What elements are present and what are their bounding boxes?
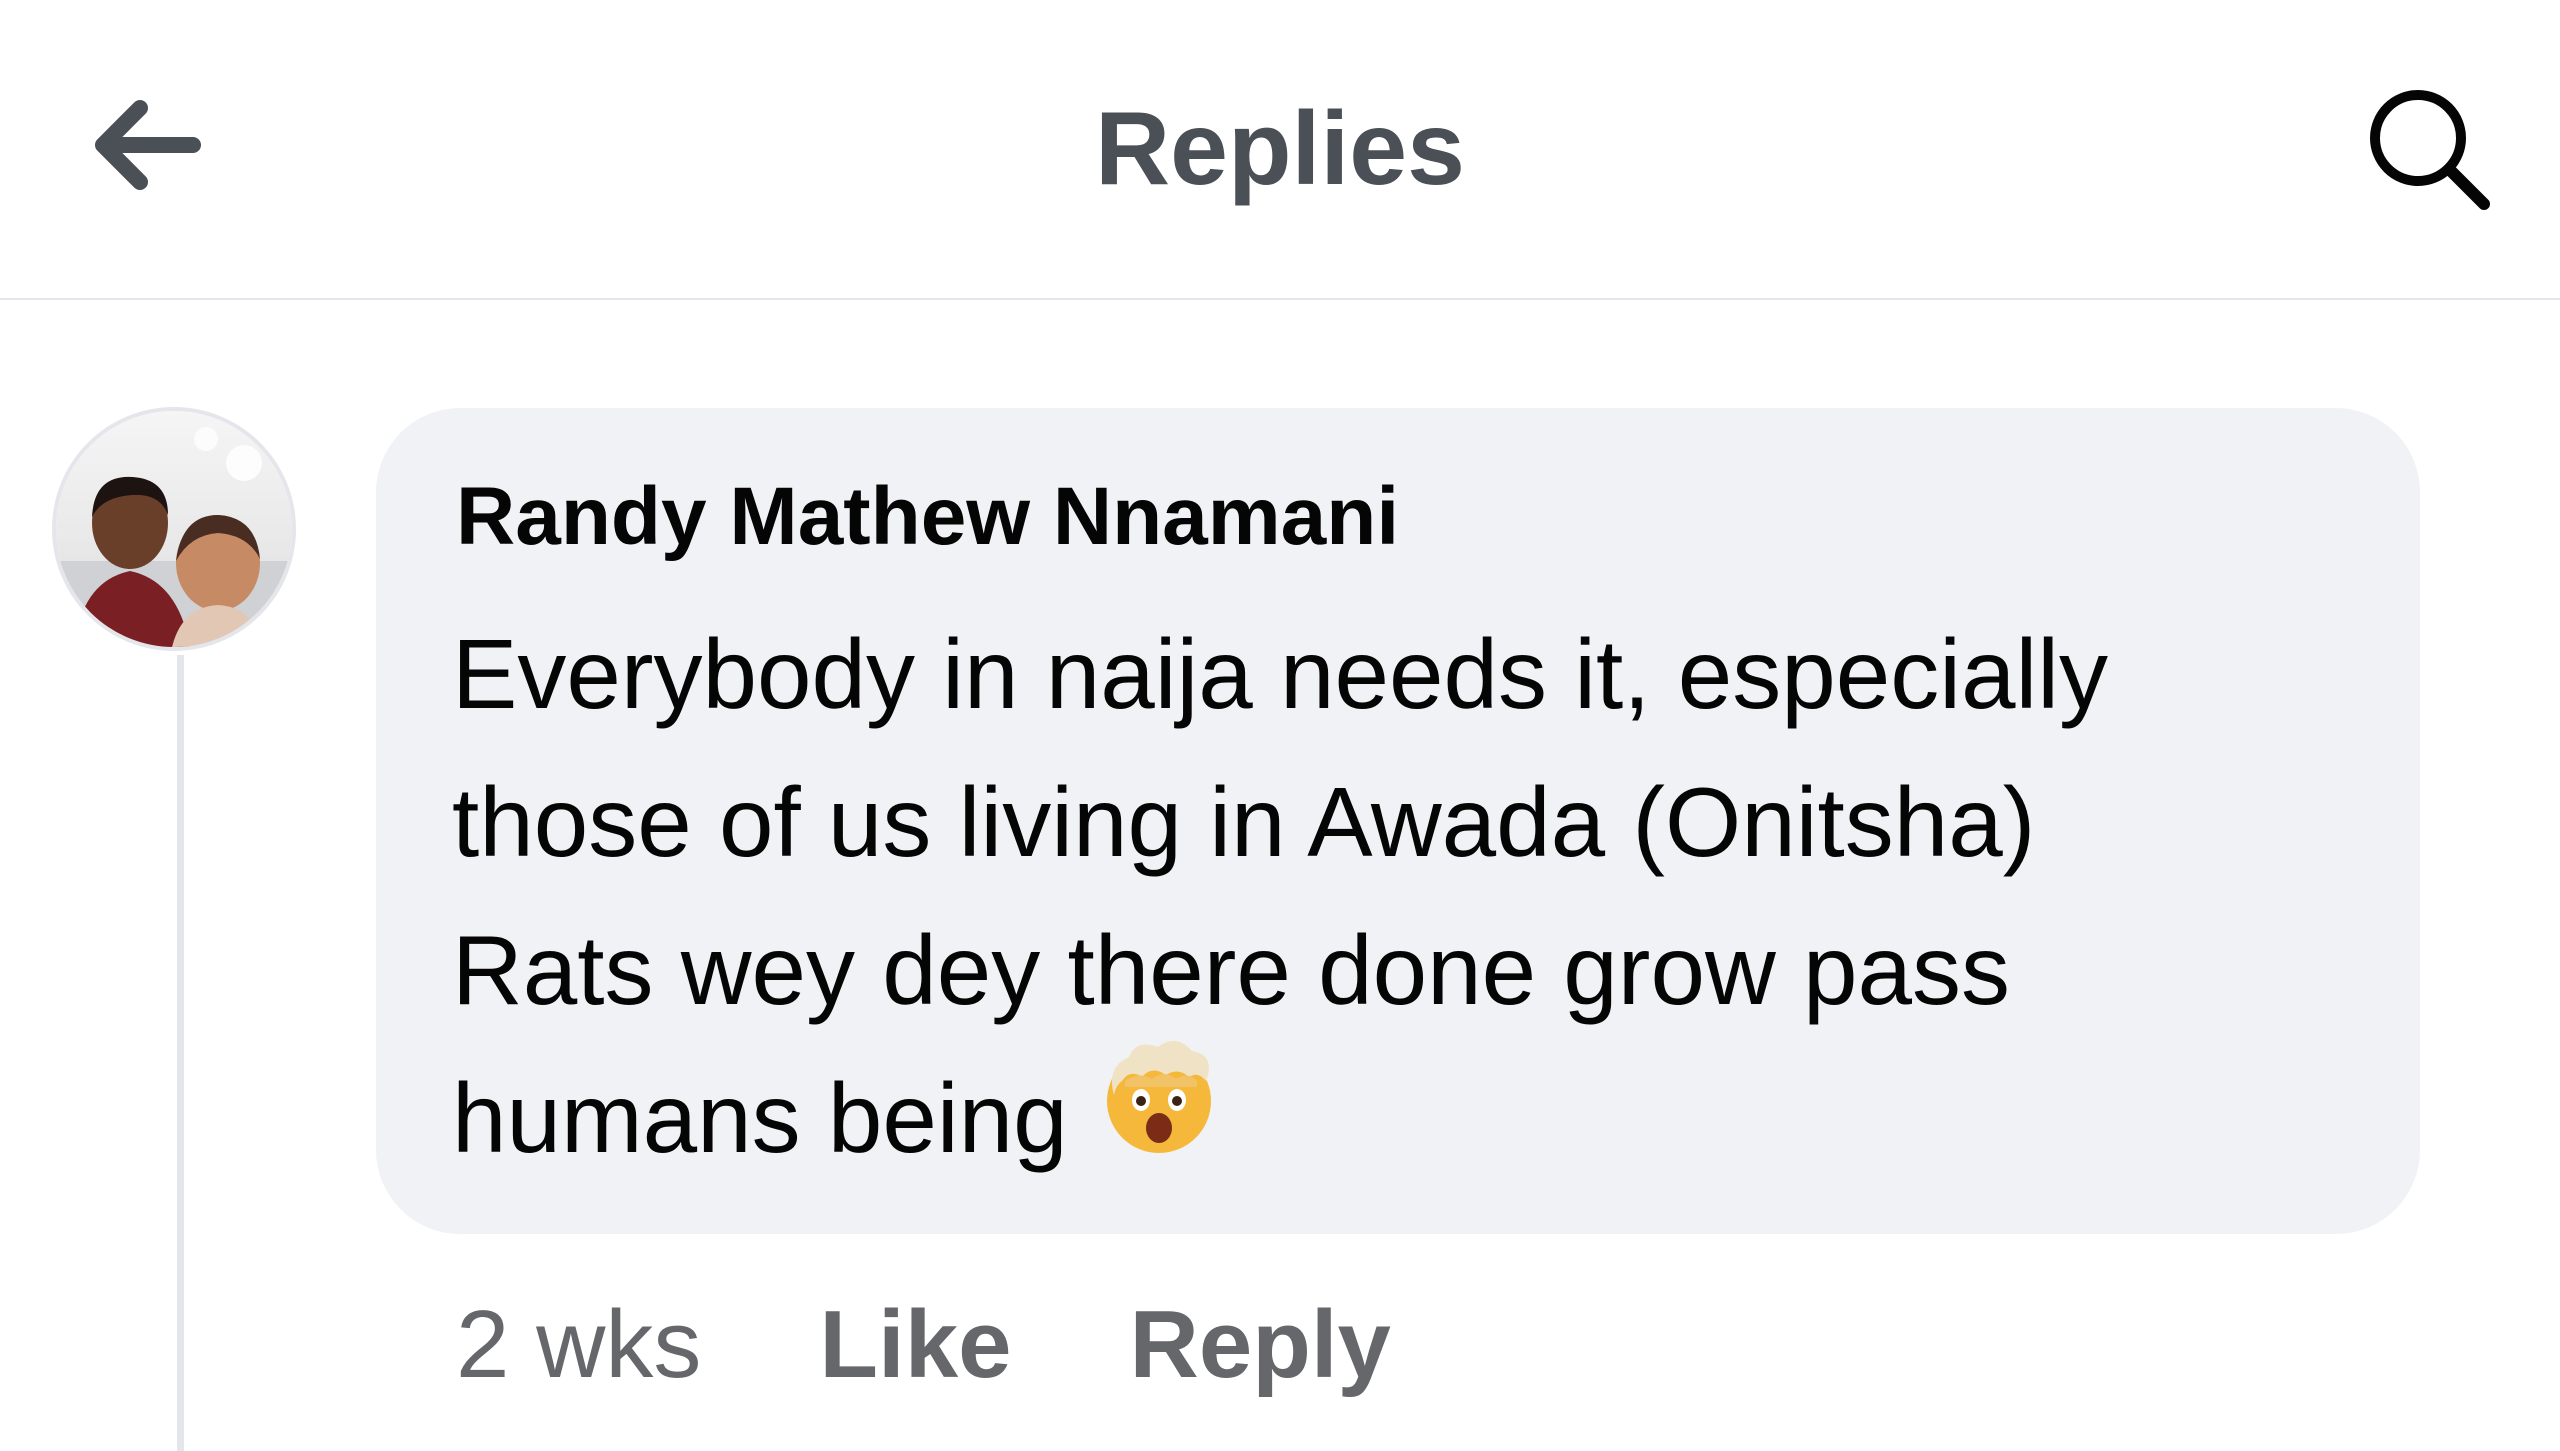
page-title: Replies <box>1095 90 1465 207</box>
search-icon <box>2370 90 2490 210</box>
replies-screen: Replies Randy Mathew Nnamani Everybody i… <box>0 0 2560 1451</box>
comment-line-with-emoji: humans being <box>452 1040 2412 1199</box>
search-button[interactable] <box>2350 75 2510 225</box>
like-button[interactable]: Like <box>819 1290 1011 1400</box>
comment-line: Everybody in naija needs it, especially <box>452 619 2109 729</box>
thread-line <box>177 655 184 1451</box>
avatar[interactable] <box>52 407 296 651</box>
comment-line: Rats wey dey there done grow pass <box>452 915 2010 1025</box>
profile-photo <box>56 411 292 647</box>
comment-author[interactable]: Randy Mathew Nnamani <box>456 470 1399 564</box>
reply-button[interactable]: Reply <box>1129 1290 1390 1400</box>
comment-line: those of us living in Awada (Onitsha) <box>452 767 2036 877</box>
comment-body: Everybody in naija needs it, especially … <box>452 600 2412 1199</box>
top-bar: Replies <box>0 0 2560 300</box>
comment-line: humans being <box>452 1063 1068 1173</box>
comment-actions: 2 wks Like Reply <box>456 1285 1391 1405</box>
comment-timestamp[interactable]: 2 wks <box>456 1290 701 1400</box>
exploding-head-emoji <box>1094 1029 1224 1199</box>
back-arrow-icon <box>95 100 201 190</box>
back-button[interactable] <box>70 80 220 210</box>
